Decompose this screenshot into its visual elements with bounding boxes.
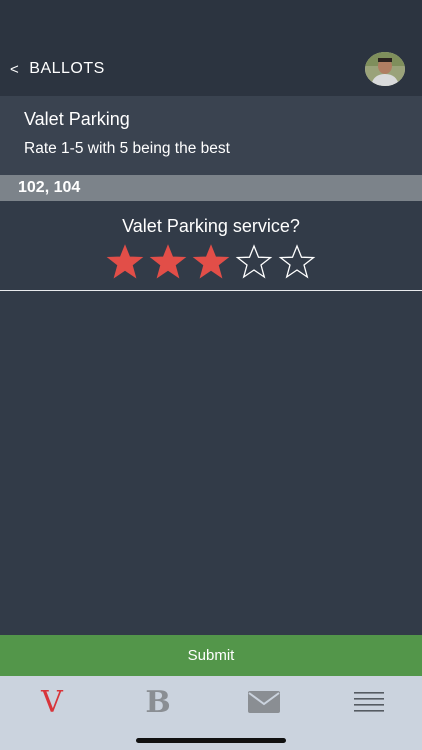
- ballot-title: Valet Parking: [24, 109, 130, 129]
- tab-mail[interactable]: [234, 682, 294, 722]
- home-indicator: [136, 738, 286, 743]
- ballot-subtitle: Rate 1-5 with 5 being the best: [24, 140, 230, 157]
- back-button[interactable]: < BALLOTS: [10, 58, 105, 80]
- section-label: 102, 104: [18, 179, 81, 196]
- menu-icon: [354, 692, 384, 712]
- mail-icon: [248, 691, 280, 713]
- back-label: BALLOTS: [29, 60, 105, 77]
- star-filled-icon[interactable]: [146, 244, 189, 280]
- tab-b-logo[interactable]: B: [128, 682, 188, 722]
- submit-button[interactable]: Submit: [0, 635, 422, 676]
- section-header: 102, 104: [0, 175, 422, 201]
- star-empty-icon[interactable]: [233, 244, 276, 280]
- question-text: Valet Parking service?: [122, 216, 300, 236]
- star-filled-icon[interactable]: [103, 244, 146, 280]
- tab-menu[interactable]: [339, 682, 399, 722]
- avatar[interactable]: [365, 52, 405, 86]
- b-logo-icon: B: [145, 684, 171, 720]
- ballot-info: Valet Parking Rate 1-5 with 5 being the …: [0, 96, 422, 175]
- chevron-left-icon: <: [10, 60, 20, 78]
- divider: [0, 290, 422, 291]
- v-logo-icon: V: [41, 684, 63, 720]
- star-filled-icon[interactable]: [189, 244, 232, 280]
- star-rating[interactable]: [103, 244, 319, 280]
- tab-v-logo[interactable]: V: [22, 682, 82, 722]
- star-empty-icon[interactable]: [276, 244, 319, 280]
- app-header: < BALLOTS: [0, 0, 422, 96]
